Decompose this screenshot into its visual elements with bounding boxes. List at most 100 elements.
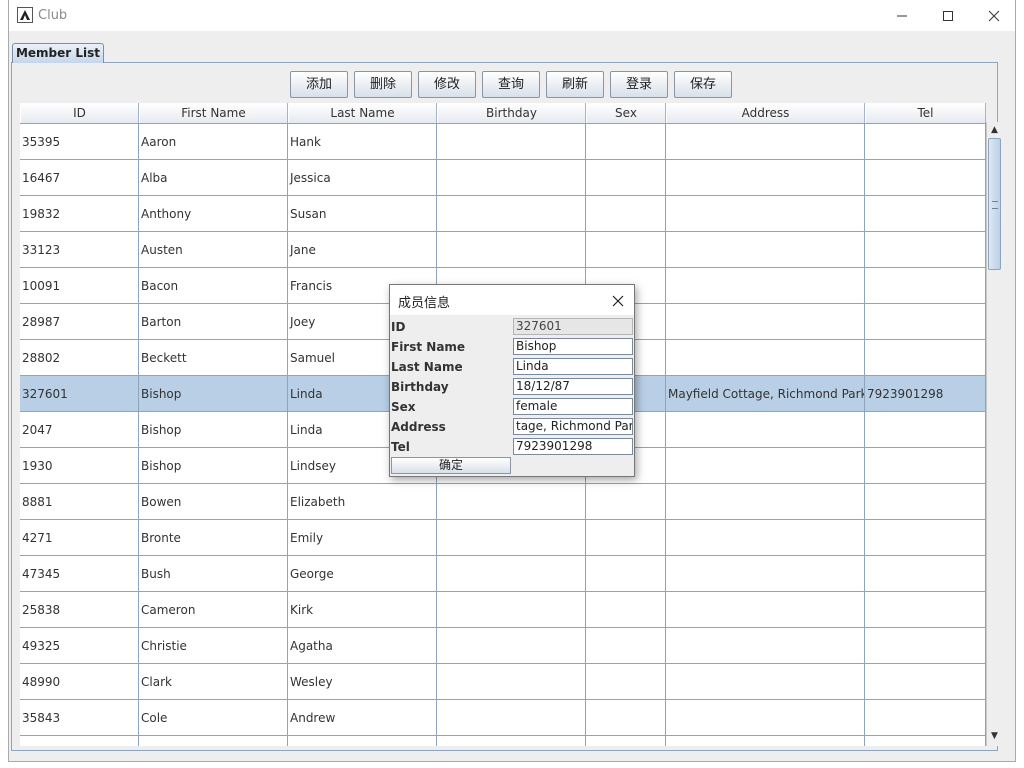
- close-button[interactable]: [971, 0, 1017, 31]
- cell-birthday[interactable]: [437, 484, 586, 519]
- cell-sex[interactable]: [586, 700, 666, 735]
- cell-first-name[interactable]: Cole: [139, 700, 288, 735]
- cell-last-name[interactable]: [288, 736, 437, 746]
- cell-last-name[interactable]: Emily: [288, 520, 437, 555]
- cell-first-name[interactable]: Bronte: [139, 520, 288, 555]
- cell-tel[interactable]: [865, 520, 986, 555]
- delete-button[interactable]: 删除: [354, 71, 412, 98]
- cell-tel[interactable]: [865, 628, 986, 663]
- table-row[interactable]: 19832 Anthony Susan: [20, 196, 986, 232]
- cell-first-name[interactable]: Bishop: [139, 412, 288, 447]
- cell-address[interactable]: Mayfield Cottage, Richmond Park: [666, 376, 865, 411]
- table-row[interactable]: 35395 Aaron Hank: [20, 124, 986, 160]
- cell-address[interactable]: [666, 556, 865, 591]
- last-name-field[interactable]: Linda: [513, 358, 633, 375]
- table-row[interactable]: 33123 Austen Jane: [20, 232, 986, 268]
- cell-birthday[interactable]: [437, 736, 586, 746]
- table-row[interactable]: 4271 Bronte Emily: [20, 520, 986, 556]
- cell-sex[interactable]: [586, 160, 666, 195]
- cell-last-name[interactable]: Andrew: [288, 700, 437, 735]
- cell-id[interactable]: 25838: [20, 592, 139, 627]
- vertical-scrollbar[interactable]: ▲ ▼: [986, 122, 1002, 746]
- refresh-button[interactable]: 刷新: [546, 71, 604, 98]
- cell-sex[interactable]: [586, 628, 666, 663]
- cell-first-name[interactable]: Bishop: [139, 376, 288, 411]
- cell-tel[interactable]: [865, 556, 986, 591]
- cell-address[interactable]: [666, 448, 865, 483]
- cell-tel[interactable]: 7923901298: [865, 376, 986, 411]
- cell-last-name[interactable]: Jessica: [288, 160, 437, 195]
- cell-sex[interactable]: [586, 124, 666, 159]
- table-row[interactable]: 49325 Christie Agatha: [20, 628, 986, 664]
- cell-birthday[interactable]: [437, 160, 586, 195]
- cell-tel[interactable]: [865, 412, 986, 447]
- column-header-birthday[interactable]: Birthday: [437, 103, 586, 123]
- cell-id[interactable]: 8881: [20, 484, 139, 519]
- cell-id[interactable]: 33123: [20, 232, 139, 267]
- table-row[interactable]: 48990 Clark Wesley: [20, 664, 986, 700]
- cell-id[interactable]: 1930: [20, 448, 139, 483]
- cell-address[interactable]: [666, 592, 865, 627]
- cell-tel[interactable]: [865, 700, 986, 735]
- scroll-down-icon[interactable]: ▼: [987, 728, 1002, 744]
- cell-first-name[interactable]: Cameron: [139, 592, 288, 627]
- login-button[interactable]: 登录: [610, 71, 668, 98]
- cell-id[interactable]: 47345: [20, 556, 139, 591]
- table-row[interactable]: 8881 Bowen Elizabeth: [20, 484, 986, 520]
- cell-birthday[interactable]: [437, 592, 586, 627]
- cell-last-name[interactable]: Wesley: [288, 664, 437, 699]
- save-button[interactable]: 保存: [674, 71, 732, 98]
- cell-id[interactable]: 49325: [20, 628, 139, 663]
- tel-field[interactable]: 7923901298: [513, 438, 633, 455]
- cell-id[interactable]: 28802: [20, 340, 139, 375]
- cell-sex[interactable]: [586, 484, 666, 519]
- address-field[interactable]: tage, Richmond Park: [513, 418, 633, 435]
- column-header-id[interactable]: ID: [20, 103, 139, 123]
- cell-sex[interactable]: [586, 592, 666, 627]
- table-row[interactable]: 16467 Alba Jessica: [20, 160, 986, 196]
- cell-address[interactable]: [666, 700, 865, 735]
- cell-address[interactable]: [666, 124, 865, 159]
- cell-id[interactable]: 4271: [20, 520, 139, 555]
- dialog-close-button[interactable]: [606, 288, 630, 312]
- cell-birthday[interactable]: [437, 556, 586, 591]
- cell-address[interactable]: [666, 412, 865, 447]
- column-header-sex[interactable]: Sex: [586, 103, 666, 123]
- minimize-button[interactable]: [879, 0, 925, 31]
- cell-birthday[interactable]: [437, 664, 586, 699]
- add-button[interactable]: 添加: [290, 71, 348, 98]
- column-header-first-name[interactable]: First Name: [139, 103, 288, 123]
- cell-last-name[interactable]: Agatha: [288, 628, 437, 663]
- cell-first-name[interactable]: Bishop: [139, 448, 288, 483]
- cell-tel[interactable]: [865, 124, 986, 159]
- cell-id[interactable]: 48990: [20, 664, 139, 699]
- cell-birthday[interactable]: [437, 124, 586, 159]
- cell-birthday[interactable]: [437, 520, 586, 555]
- cell-last-name[interactable]: Kirk: [288, 592, 437, 627]
- cell-birthday[interactable]: [437, 628, 586, 663]
- cell-tel[interactable]: [865, 340, 986, 375]
- cell-first-name[interactable]: Anthony: [139, 196, 288, 231]
- table-row[interactable]: 25838 Cameron Kirk: [20, 592, 986, 628]
- cell-sex[interactable]: [586, 196, 666, 231]
- maximize-button[interactable]: [925, 0, 971, 31]
- cell-first-name[interactable]: Alba: [139, 160, 288, 195]
- cell-sex[interactable]: [586, 664, 666, 699]
- cell-address[interactable]: [666, 160, 865, 195]
- cell-last-name[interactable]: Hank: [288, 124, 437, 159]
- cell-id[interactable]: 35395: [20, 124, 139, 159]
- cell-sex[interactable]: [586, 520, 666, 555]
- cell-tel[interactable]: [865, 304, 986, 339]
- cell-first-name[interactable]: Austen: [139, 232, 288, 267]
- cell-tel[interactable]: [865, 160, 986, 195]
- cell-sex[interactable]: [586, 736, 666, 746]
- cell-birthday[interactable]: [437, 700, 586, 735]
- table-row[interactable]: 35843 Cole Andrew: [20, 700, 986, 736]
- cell-address[interactable]: [666, 268, 865, 303]
- cell-first-name[interactable]: Bacon: [139, 268, 288, 303]
- cell-first-name[interactable]: Bush: [139, 556, 288, 591]
- cell-address[interactable]: [666, 304, 865, 339]
- id-field[interactable]: 327601: [513, 318, 633, 335]
- cell-first-name[interactable]: Bowen: [139, 484, 288, 519]
- title-bar[interactable]: Club: [9, 0, 1015, 31]
